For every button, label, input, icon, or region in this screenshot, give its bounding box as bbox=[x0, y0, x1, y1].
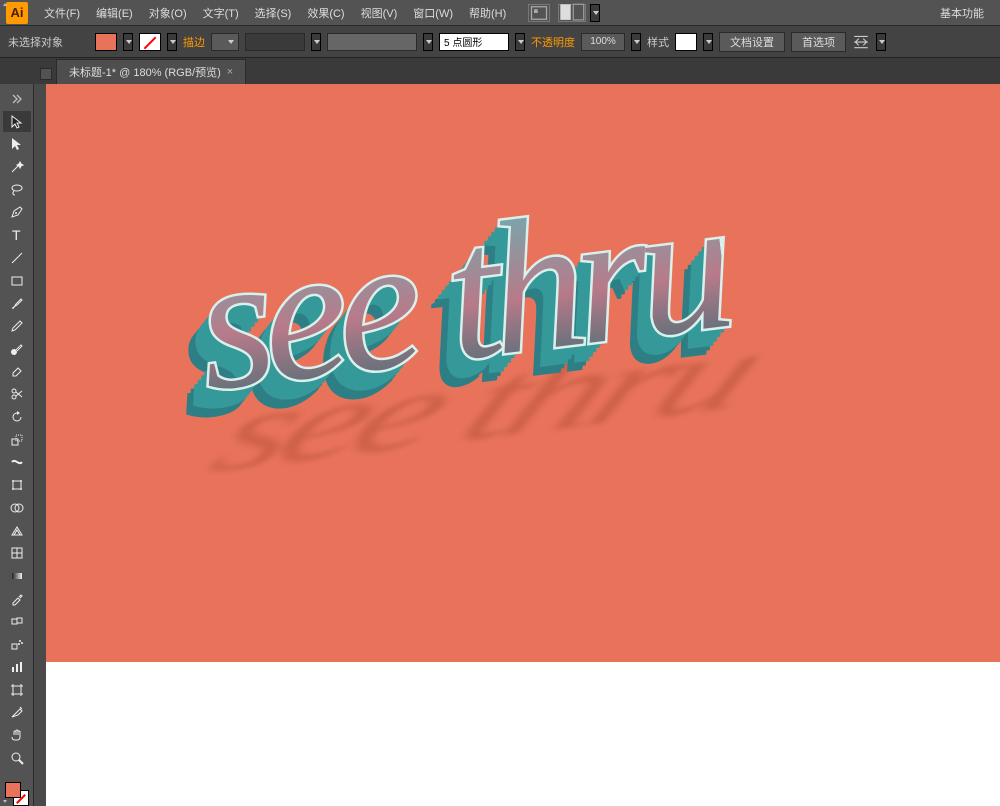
gradient-tool[interactable] bbox=[3, 565, 31, 587]
opacity-value[interactable]: 100% bbox=[581, 33, 625, 51]
rectangle-tool[interactable] bbox=[3, 270, 31, 292]
magic-wand-tool[interactable] bbox=[3, 156, 31, 178]
scale-tool[interactable] bbox=[3, 429, 31, 451]
brush-def[interactable] bbox=[327, 33, 417, 51]
stroke-width[interactable] bbox=[211, 33, 239, 51]
selection-status: 未选择对象 bbox=[8, 34, 63, 50]
pencil-tool[interactable] bbox=[3, 315, 31, 337]
var-width-dropdown[interactable] bbox=[311, 33, 321, 51]
align-dropdown[interactable] bbox=[876, 33, 886, 51]
fill-color-icon[interactable] bbox=[5, 782, 21, 798]
arrange-icon[interactable] bbox=[558, 4, 586, 22]
pasteboard bbox=[46, 662, 1000, 806]
line-tool[interactable] bbox=[3, 247, 31, 269]
menu-window[interactable]: 窗口(W) bbox=[405, 1, 461, 25]
mesh-tool[interactable] bbox=[3, 542, 31, 564]
menu-view[interactable]: 视图(V) bbox=[353, 1, 406, 25]
document-tabs: 未标题-1* @ 180% (RGB/预览) × bbox=[0, 58, 1000, 84]
slice-tool[interactable] bbox=[3, 701, 31, 723]
menu-bar: Ai 文件(F) 编辑(E) 对象(O) 文字(T) 选择(S) 效果(C) 视… bbox=[0, 0, 1000, 26]
doc-setup-button[interactable]: 文档设置 bbox=[719, 32, 785, 52]
canvas[interactable]: see thru see thru see thru see thru see … bbox=[34, 84, 1000, 806]
style-dropdown[interactable] bbox=[703, 33, 713, 51]
blend-tool[interactable] bbox=[3, 611, 31, 633]
graph-tool[interactable] bbox=[3, 656, 31, 678]
perspective-tool[interactable] bbox=[3, 520, 31, 542]
stroke-dropdown[interactable] bbox=[167, 33, 177, 51]
shape-builder-tool[interactable] bbox=[3, 497, 31, 519]
style-swatch[interactable] bbox=[675, 33, 697, 51]
fill-swatch[interactable] bbox=[95, 33, 117, 51]
type-tool[interactable]: T bbox=[3, 224, 31, 246]
artboard: see thru see thru see thru see thru see … bbox=[46, 84, 1000, 662]
artboard-tool[interactable] bbox=[3, 679, 31, 701]
free-transform-tool[interactable] bbox=[3, 474, 31, 496]
workspace-switcher[interactable]: 基本功能 bbox=[930, 1, 994, 25]
stroke-label[interactable]: 描边 bbox=[183, 34, 205, 50]
menu-help[interactable]: 帮助(H) bbox=[461, 1, 514, 25]
lasso-tool[interactable] bbox=[3, 179, 31, 201]
brush-dropdown[interactable] bbox=[423, 33, 433, 51]
style-label[interactable]: 样式 bbox=[647, 34, 669, 50]
eraser-tool[interactable] bbox=[3, 361, 31, 383]
brush-profile-dropdown[interactable] bbox=[515, 33, 525, 51]
brush-profile[interactable] bbox=[439, 33, 509, 51]
rotate-tool[interactable] bbox=[3, 406, 31, 428]
panel-collapse-icon[interactable] bbox=[3, 88, 31, 110]
control-bar: 未选择对象 描边 不透明度 100% 样式 文档设置 首选项 bbox=[0, 26, 1000, 58]
tools-panel: T bbox=[0, 84, 34, 806]
bridge-icon[interactable] bbox=[528, 4, 550, 22]
paintbrush-tool[interactable] bbox=[3, 292, 31, 314]
arrange-dropdown[interactable] bbox=[590, 4, 600, 22]
document-tab[interactable]: 未标题-1* @ 180% (RGB/预览) × bbox=[56, 59, 246, 84]
selection-tool[interactable] bbox=[3, 111, 31, 133]
var-width-profile[interactable] bbox=[245, 33, 305, 51]
blob-brush-tool[interactable] bbox=[3, 338, 31, 360]
zoom-tool[interactable] bbox=[3, 747, 31, 769]
prefs-button[interactable]: 首选项 bbox=[791, 32, 846, 52]
close-icon[interactable]: × bbox=[227, 66, 233, 78]
hand-tool[interactable] bbox=[3, 724, 31, 746]
tab-title: 未标题-1* @ 180% (RGB/预览) bbox=[69, 64, 221, 80]
fill-dropdown[interactable] bbox=[123, 33, 133, 51]
menu-object[interactable]: 对象(O) bbox=[141, 1, 195, 25]
pen-tool[interactable] bbox=[3, 202, 31, 224]
eyedropper-tool[interactable] bbox=[3, 588, 31, 610]
fill-stroke-swatch[interactable] bbox=[5, 782, 29, 806]
width-tool[interactable] bbox=[3, 452, 31, 474]
panel-toggle-icon[interactable] bbox=[40, 68, 52, 80]
menu-file[interactable]: 文件(F) bbox=[36, 1, 88, 25]
align-icon[interactable] bbox=[852, 33, 870, 51]
menu-effect[interactable]: 效果(C) bbox=[299, 1, 352, 25]
direct-selection-tool[interactable] bbox=[3, 133, 31, 155]
menu-type[interactable]: 文字(T) bbox=[195, 1, 247, 25]
svg-text:T: T bbox=[12, 227, 21, 243]
menu-select[interactable]: 选择(S) bbox=[247, 1, 300, 25]
app-logo: Ai bbox=[6, 2, 28, 24]
main-area: T see thru bbox=[0, 84, 1000, 806]
opacity-dropdown[interactable] bbox=[631, 33, 641, 51]
menu-edit[interactable]: 编辑(E) bbox=[88, 1, 141, 25]
symbol-sprayer-tool[interactable] bbox=[3, 633, 31, 655]
stroke-swatch[interactable] bbox=[139, 33, 161, 51]
opacity-label[interactable]: 不透明度 bbox=[531, 34, 575, 50]
scissors-tool[interactable] bbox=[3, 383, 31, 405]
